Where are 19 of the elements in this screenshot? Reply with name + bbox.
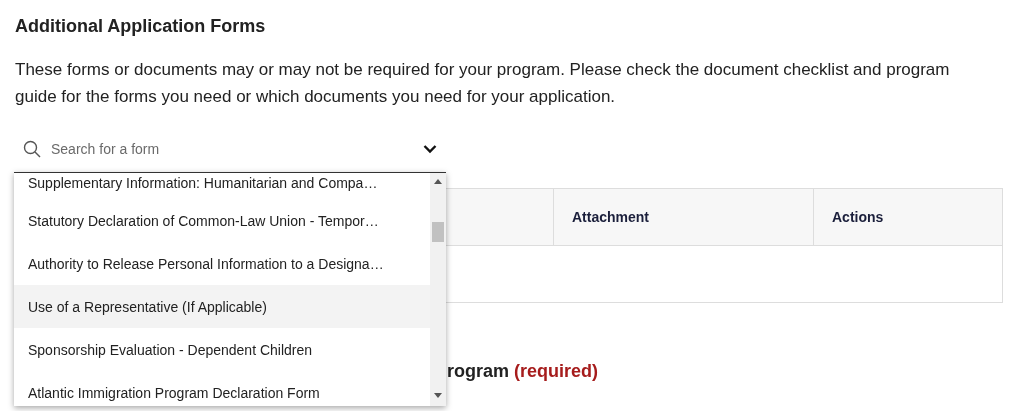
column-header: Attachment — [553, 189, 813, 245]
scroll-down-icon[interactable] — [434, 393, 442, 398]
search-icon — [23, 140, 41, 158]
dropdown-option[interactable]: Sponsorship Evaluation - Dependent Children — [14, 328, 430, 371]
chevron-down-icon[interactable] — [423, 144, 437, 154]
column-header: Actions — [813, 189, 1002, 245]
scrollbar-thumb[interactable] — [432, 222, 444, 242]
section-heading: rogram — [447, 361, 509, 382]
scroll-up-icon[interactable] — [434, 179, 442, 184]
dropdown-option[interactable]: Authority to Release Personal Information to a Designa… — [14, 242, 430, 285]
description-text: These forms or documents may or may not be required for your program. Please check the document checklist and program guide for the forms you need or which documents you need for your application. — [15, 59, 951, 108]
required-label: (required) — [514, 361, 599, 382]
scrollbar[interactable] — [430, 173, 446, 406]
section-title: Additional Application Forms — [15, 15, 267, 38]
dropdown-option[interactable]: Use of a Representative (If Applicable) — [14, 285, 430, 328]
search-field[interactable]: Search for a form — [49, 140, 415, 158]
dropdown-option[interactable]: Atlantic Immigration Program Declaration Form — [14, 371, 430, 406]
dropdown-option[interactable]: Supplementary Information: Humanitarian and Compa… — [14, 173, 430, 199]
dropdown-option[interactable]: Statutory Declaration of Common-Law Union - Tempor… — [14, 199, 430, 242]
